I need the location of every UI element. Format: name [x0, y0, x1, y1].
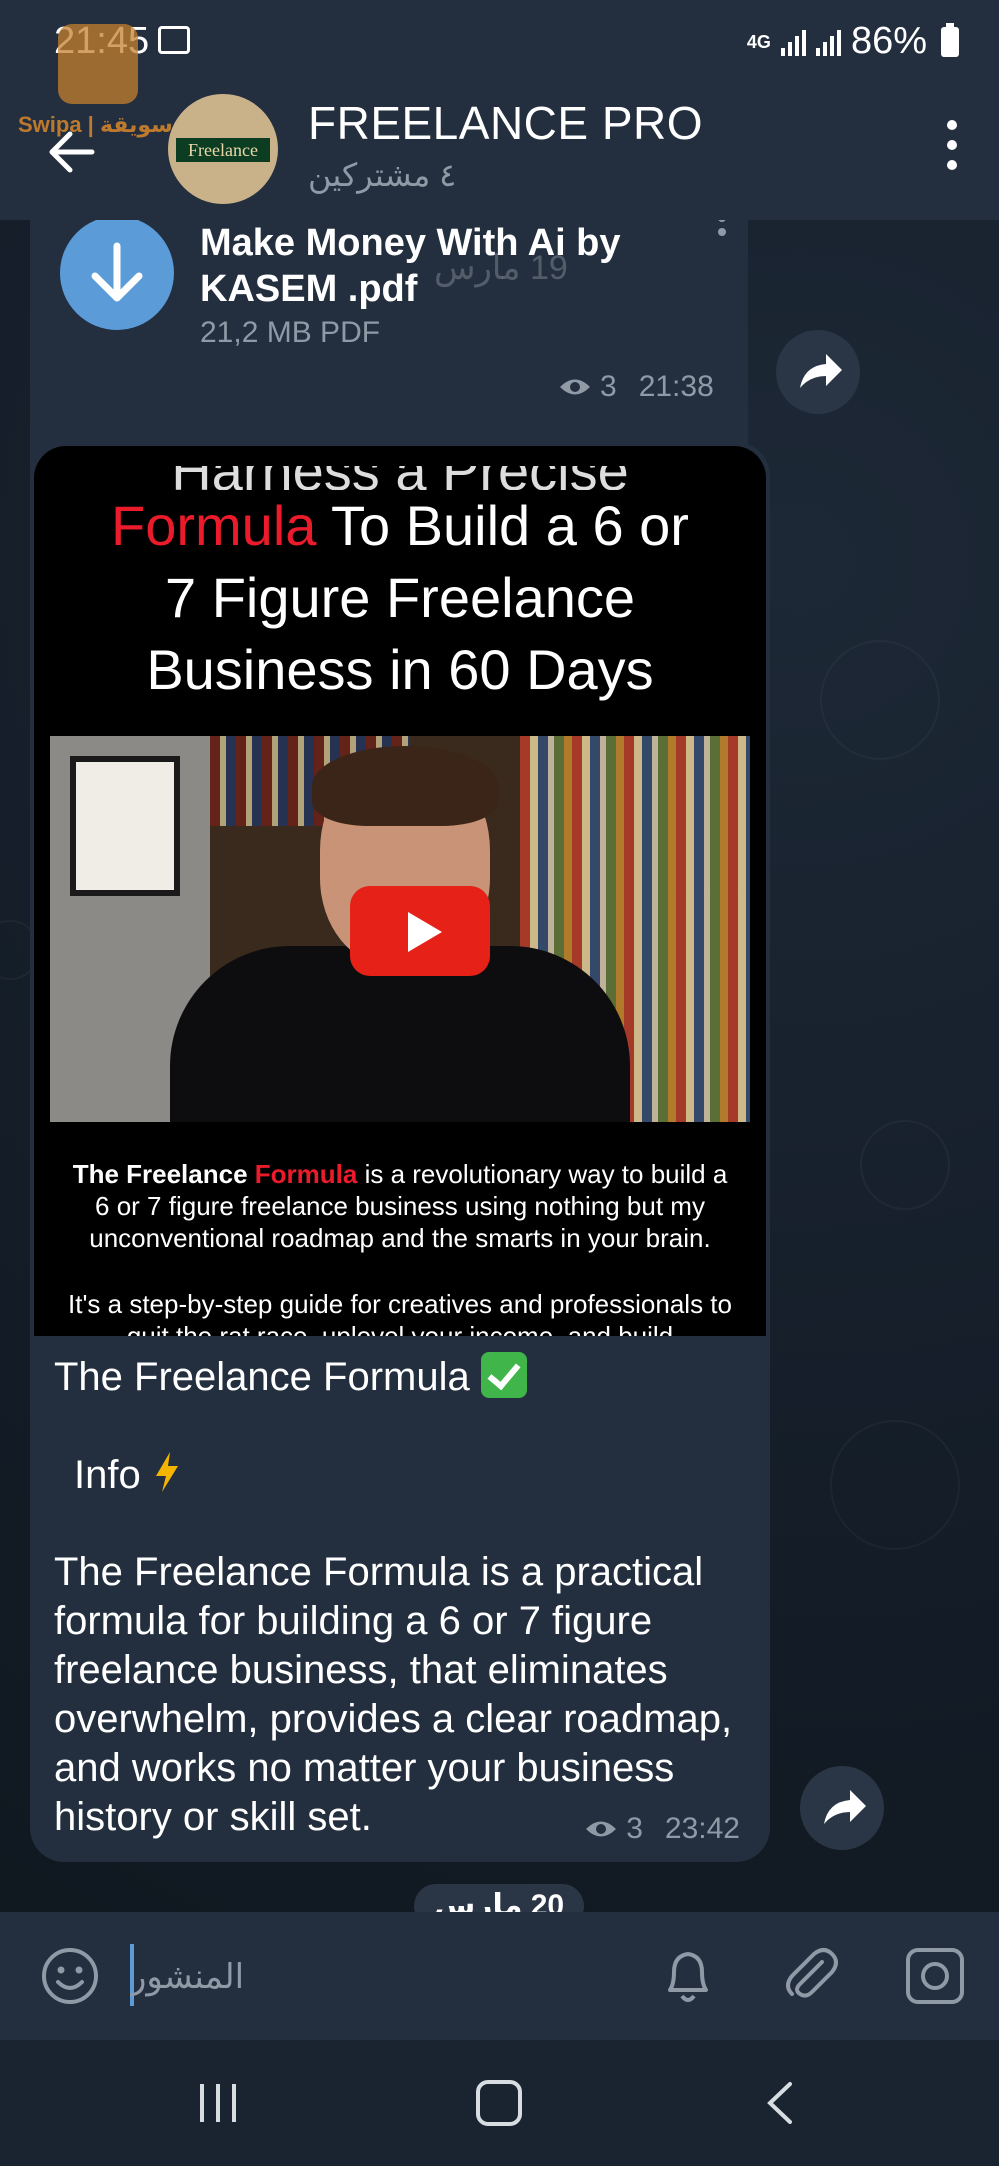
message-input[interactable] — [130, 1952, 490, 2002]
video-thumbnail[interactable]: Harness a Precise Formula To Build a 6 o… — [34, 446, 766, 1336]
share-icon — [800, 354, 842, 388]
share-icon — [824, 1790, 866, 1824]
download-button[interactable] — [60, 220, 174, 330]
channel-title[interactable]: FREELANCE PRO — [308, 96, 703, 150]
view-count: 3 — [600, 370, 617, 403]
headline-red: Formula — [111, 494, 317, 557]
share-button[interactable] — [776, 330, 860, 414]
message-time: 21:38 — [638, 370, 714, 403]
eye-icon — [586, 1821, 617, 1837]
video-message[interactable]: Harness a Precise Formula To Build a 6 o… — [30, 442, 770, 1862]
wall-picture — [70, 756, 180, 896]
headline-line2: 7 Figure Freelance — [164, 566, 635, 629]
battery-level: 86% — [850, 20, 927, 62]
chat-header: Swipa | سويقة Freelance FREELANCE PRO ٤ … — [0, 24, 999, 220]
file-menu-icon[interactable] — [718, 220, 728, 240]
check-mark-icon — [480, 1352, 527, 1398]
network-type: 4G — [746, 31, 771, 52]
message-meta: 3 21:38 — [558, 370, 714, 404]
emoji-icon[interactable] — [40, 1946, 100, 2006]
view-count-2: 3 — [626, 1812, 643, 1845]
message-time-2: 23:42 — [664, 1812, 740, 1845]
signal-icon — [780, 28, 806, 56]
thumbnail-description-2: It's a step-by-step guide for creatives … — [68, 1289, 732, 1336]
battery-icon — [941, 22, 959, 57]
back-arrow-icon[interactable] — [44, 124, 100, 180]
download-icon — [91, 242, 143, 302]
home-icon[interactable] — [476, 2080, 522, 2126]
headline-line1: To Build a 6 or — [316, 494, 689, 557]
subscriber-count: ٤ مشتركين — [308, 157, 457, 193]
file-size: 21,2 MB PDF — [200, 316, 381, 349]
headline-line3: Business in 60 Days — [146, 638, 654, 701]
channel-avatar[interactable]: Freelance — [168, 94, 278, 204]
caption-body: The Freelance Formula is a practical for… — [54, 1550, 733, 1839]
gallery-notification-icon — [158, 26, 190, 54]
file-name: Make Money With Ai by KASEM .pdf — [200, 222, 621, 310]
thumbnail-headline: Harness a Precise Formula To Build a 6 o… — [34, 466, 766, 706]
compose-bar — [0, 1912, 999, 2040]
status-bar: 21:45 4G 86% — [0, 0, 999, 84]
play-icon[interactable] — [350, 886, 490, 976]
headline-cut: Harness a Precise — [34, 466, 766, 490]
date-separator: 20 مارس — [414, 1884, 584, 1912]
paperclip-icon[interactable] — [778, 1942, 842, 2006]
caption-title: The Freelance Formula — [54, 1355, 470, 1399]
lightning-icon — [155, 1452, 178, 1492]
status-indicators: 4G 86% — [747, 20, 959, 63]
system-nav-bar — [0, 2040, 999, 2166]
message-caption: The Freelance Formula Info The Freelance… — [54, 1352, 754, 1842]
camera-icon[interactable] — [904, 1946, 966, 2006]
eye-icon — [560, 379, 590, 395]
more-vertical-icon[interactable] — [945, 120, 959, 176]
message-meta-2: 3 23:42 — [584, 1812, 740, 1846]
recent-apps-icon[interactable] — [196, 2080, 240, 2126]
thumbnail-description: The Freelance Formula is a revolutionary… — [72, 1159, 728, 1253]
video-frame[interactable] — [50, 736, 750, 1122]
avatar-label: Freelance — [176, 138, 270, 162]
chat-area[interactable]: 19 مارس Make Money With Ai by KASEM .pdf… — [0, 220, 999, 1912]
signal-icon-2 — [815, 28, 841, 56]
share-button-2[interactable] — [800, 1766, 884, 1850]
nav-back-icon[interactable] — [760, 2080, 800, 2126]
caption-info: Info — [74, 1453, 141, 1497]
bell-icon[interactable] — [658, 1944, 718, 2008]
